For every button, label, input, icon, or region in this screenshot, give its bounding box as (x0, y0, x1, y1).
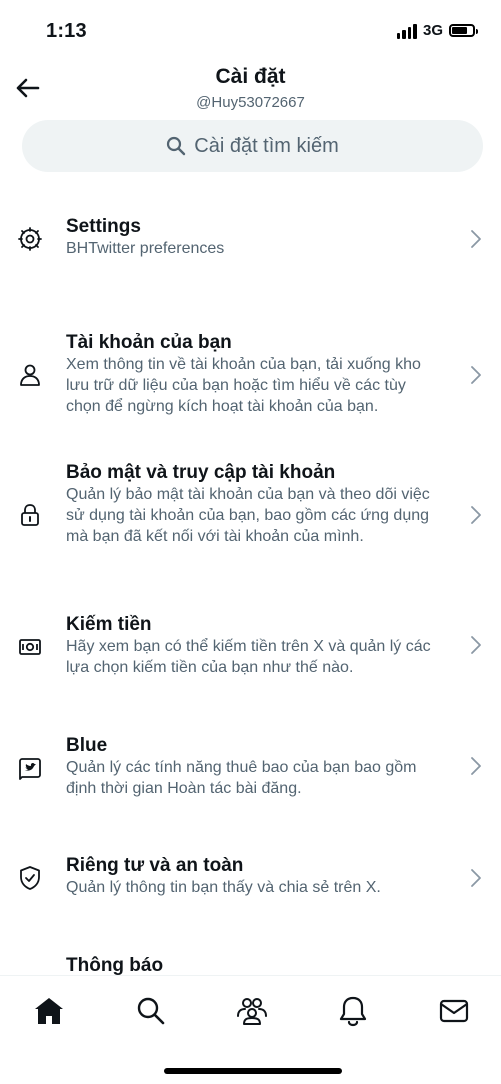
tab-notifications[interactable] (336, 994, 370, 1028)
settings-search-input[interactable]: Cài đặt tìm kiếm (22, 120, 483, 172)
chevron-right-icon (471, 366, 481, 384)
search-icon (167, 136, 186, 156)
tab-search[interactable] (134, 994, 168, 1028)
page-title: Cài đặt (215, 65, 286, 88)
account-handle: @Huy53072667 (196, 94, 305, 111)
signal-icon (396, 23, 417, 39)
item-description: BHTwitter preferences (66, 240, 225, 257)
settings-item-privacy-safety[interactable]: Riêng tư và an toàn Quản lý thông tin bạ… (0, 855, 501, 905)
network-type: 3G (422, 22, 443, 39)
settings-item-security[interactable]: Bảo mật và truy cập tài khoản Quản lý bả… (0, 462, 501, 572)
status-time: 1:13 (46, 20, 87, 42)
tab-communities[interactable] (235, 994, 269, 1028)
settings-item-settings[interactable]: Settings BHTwitter preferences (0, 216, 501, 276)
communities-icon (237, 998, 267, 1025)
header: Cài đặt @Huy53072667 (0, 60, 501, 120)
user-icon (20, 364, 40, 386)
settings-gear-icon (18, 227, 42, 251)
item-title: Riêng tư và an toàn (66, 855, 244, 876)
search-icon (137, 997, 165, 1025)
home-indicator (164, 1068, 342, 1074)
status-indicators: 3G (396, 22, 478, 39)
item-title: Settings (66, 216, 141, 237)
battery-icon (449, 24, 478, 37)
settings-item-your-account[interactable]: Tài khoản của bạn Xem thông tin về tài k… (0, 332, 501, 422)
chevron-right-icon (471, 230, 481, 248)
money-icon (19, 639, 41, 655)
chevron-right-icon (471, 757, 481, 775)
settings-item-blue[interactable]: Blue Quản lý các tính năng thuê bao của … (0, 735, 501, 801)
item-title: Thông báo (66, 955, 164, 976)
item-description: Quản lý các tính năng thuê bao của bạn b… (66, 759, 417, 797)
chevron-right-icon (471, 506, 481, 524)
item-description: Quản lý thông tin bạn thấy và chia sẻ tr… (66, 879, 381, 896)
status-bar: 1:13 3G (0, 0, 501, 60)
home-icon (35, 998, 63, 1024)
notifications-bell-icon (339, 996, 367, 1027)
chevron-right-icon (471, 636, 481, 654)
search-placeholder: Cài đặt tìm kiếm (194, 134, 339, 157)
lock-icon (21, 504, 39, 526)
item-title: Kiếm tiền (66, 614, 152, 635)
item-title: Bảo mật và truy cập tài khoản (66, 462, 336, 483)
item-title: Tài khoản của bạn (66, 332, 232, 353)
shield-check-icon (20, 866, 40, 890)
item-description: Xem thông tin về tài khoản của bạn, tải … (66, 356, 421, 415)
item-description: Hãy xem bạn có thể kiếm tiền trên X và q… (66, 638, 431, 676)
blue-bird-icon (19, 758, 41, 780)
tab-messages[interactable] (437, 994, 471, 1028)
item-description: Quản lý bảo mật tài khoản của bạn và the… (66, 486, 430, 545)
messages-envelope-icon (439, 999, 469, 1023)
tab-home[interactable] (32, 994, 66, 1028)
item-title: Blue (66, 735, 108, 756)
settings-item-monetization[interactable]: Kiếm tiền Hãy xem bạn có thể kiếm tiền t… (0, 614, 501, 680)
chevron-right-icon (471, 869, 481, 887)
